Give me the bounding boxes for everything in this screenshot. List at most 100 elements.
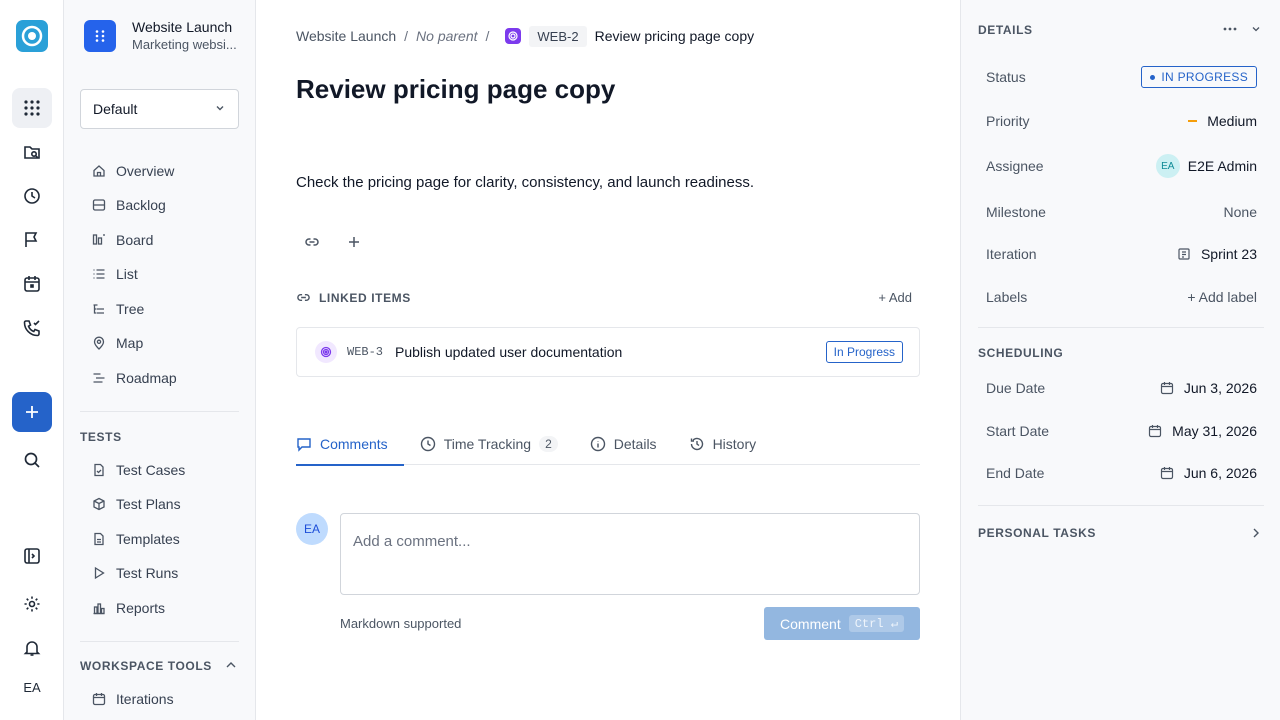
link-icon[interactable] [300,230,324,254]
add-label-button[interactable]: + Add label [1187,289,1257,305]
folder-search-icon[interactable] [12,132,52,172]
nav-item-label: Test Plans [116,496,181,512]
more-horizontal-icon[interactable] [1222,21,1238,40]
tab-comments[interactable]: Comments [296,422,404,466]
nav-item-label: Map [116,335,144,351]
nav-item-list[interactable]: List [80,259,240,289]
breadcrumb: Website Launch / No parent / WEB-2 Revie… [296,24,754,48]
priority-medium-icon [1188,120,1198,122]
milestone-value[interactable]: None [1224,204,1257,220]
panel-divider [978,327,1264,328]
tests-section-title: TESTS [80,430,122,444]
nav-item-test-plans[interactable]: Test Plans [80,489,240,519]
personal-tasks-title[interactable]: PERSONAL TASKS [978,526,1096,540]
project-subtitle: Marketing websi... [132,37,237,52]
keyboard-shortcut: Ctrl ↵ [848,615,904,632]
issue-type-icon [315,341,337,363]
user-avatar[interactable]: EA [0,680,64,695]
nav-item-reports[interactable]: Reports [80,593,240,623]
due-date-value[interactable]: Jun 3, 2026 [1160,380,1257,396]
bell-icon[interactable] [12,628,52,668]
panel-divider [978,505,1264,506]
details-panel: DETAILS Status IN PROGRESS Priority Medi… [960,0,1280,720]
nav-item-label: Overview [116,163,175,179]
detail-status: Status IN PROGRESS [986,65,1257,89]
linked-item-row[interactable]: WEB-3 Publish updated user documentation… [296,327,920,377]
comment-submit-button[interactable]: Comment Ctrl ↵ [764,607,920,640]
phone-check-icon[interactable] [12,308,52,348]
tab-time-tracking[interactable]: Time Tracking 2 [404,422,574,465]
view-select[interactable]: Default [80,89,239,129]
issue-type-icon [505,28,522,44]
chevron-down-icon[interactable] [1250,22,1262,38]
nav-item-overview[interactable]: Overview [80,156,240,186]
breadcrumb-project-link[interactable]: Website Launch [296,28,396,44]
create-plus-button[interactable] [12,392,52,432]
status-value: IN PROGRESS [1161,70,1248,84]
project-grid-icon [84,20,116,52]
linked-add-button[interactable]: + Add [878,290,912,305]
project-header[interactable]: Website Launch Marketing websi... [84,19,244,52]
chevron-right-icon[interactable] [1249,526,1263,543]
issue-key[interactable]: WEB-2 [529,25,587,47]
detail-iteration: Iteration Sprint 23 [986,242,1257,266]
package-icon [92,497,106,511]
breadcrumb-current: Review pricing page copy [594,28,755,44]
workspace-tools-title[interactable]: WORKSPACE TOOLS [80,659,212,673]
tab-details[interactable]: Details [574,422,673,465]
end-date-value[interactable]: Jun 6, 2026 [1160,465,1257,481]
apps-grid-icon[interactable] [12,88,52,128]
nav-item-map[interactable]: Map [80,328,240,358]
flag-icon[interactable] [12,220,52,260]
status-badge: In Progress [825,341,903,363]
history-icon [690,437,703,450]
tab-count-badge: 2 [539,435,558,452]
clock-icon[interactable] [12,176,52,216]
nav-item-test-runs[interactable]: Test Runs [80,558,240,588]
assignee-name: E2E Admin [1187,158,1257,174]
app-logo-icon[interactable] [16,20,48,52]
calendar-icon[interactable] [12,264,52,304]
issue-title[interactable]: Review pricing page copy [296,74,615,105]
sidebar-divider [80,411,239,412]
nav-item-label: Test Runs [116,565,179,581]
nav-item-backlog[interactable]: Backlog [80,190,240,220]
nav-item-test-cases[interactable]: Test Cases [80,455,240,485]
panel-actions[interactable] [1222,20,1262,40]
issue-description[interactable]: Check the pricing page for clarity, cons… [296,174,754,191]
comment-input[interactable]: Add a comment... [340,513,920,595]
start-date-value[interactable]: May 31, 2026 [1148,423,1257,439]
nav-item-templates[interactable]: Templates [80,524,240,554]
collapse-sidebar-icon[interactable] [12,536,52,576]
priority-value[interactable]: Medium [1188,113,1257,129]
nav-item-board[interactable]: Board [80,225,240,255]
tab-history[interactable]: History [673,422,773,465]
search-icon[interactable] [12,440,52,480]
nav-item-label: Roadmap [116,370,177,386]
nav-item-roadmap[interactable]: Roadmap [80,363,240,393]
add-plus-icon[interactable] [342,230,366,254]
icon-rail: EA [0,0,64,720]
calendar-icon [1160,467,1173,480]
calendar-icon [1160,382,1173,395]
priority-text: Medium [1207,113,1257,129]
tab-label: Comments [320,435,388,452]
tab-label: Details [613,435,657,452]
linked-item-key[interactable]: WEB-3 [347,345,383,359]
settings-gear-icon[interactable] [12,584,52,624]
linked-item-title[interactable]: Publish updated user documentation [395,344,826,360]
status-badge[interactable]: IN PROGRESS [1141,66,1257,88]
iteration-text: Sprint 23 [1200,246,1257,262]
nav-item-tree[interactable]: Tree [80,294,240,324]
chevron-up-icon[interactable] [224,658,238,675]
assignee-value[interactable]: EA E2E Admin [1155,154,1257,178]
detail-milestone: Milestone None [986,200,1257,224]
sidebar-divider [80,641,239,642]
nav-item-label: Backlog [116,197,166,213]
nav-item-iterations[interactable]: Iterations [80,684,240,714]
home-icon [92,164,106,178]
iteration-value[interactable]: Sprint 23 [1177,246,1257,262]
sprint-icon [1178,248,1190,260]
calendar-icon [92,692,106,706]
breadcrumb-parent[interactable]: No parent [416,28,477,44]
